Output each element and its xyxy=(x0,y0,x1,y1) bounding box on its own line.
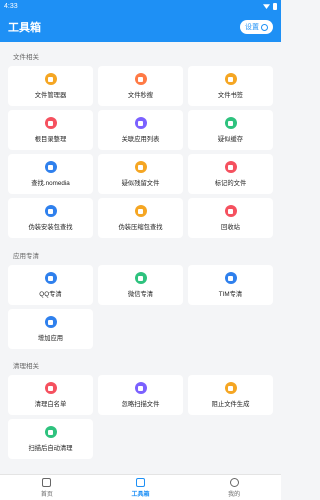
tool-label: TIM专清 xyxy=(218,291,243,298)
folder-tidy-icon xyxy=(44,117,57,129)
tool-label: 微信专清 xyxy=(127,291,154,298)
section-title: 应用专清 xyxy=(13,253,39,260)
tool-card[interactable]: 增加应用 xyxy=(8,309,93,349)
wifi-icon xyxy=(263,4,270,9)
trash-icon xyxy=(224,205,237,217)
tool-label: QQ专清 xyxy=(39,291,62,298)
auto-clean-icon xyxy=(44,426,57,438)
tool-card[interactable]: 查找.nomedia xyxy=(8,154,93,194)
status-bar: 4:33 xyxy=(0,0,281,12)
folder-icon xyxy=(44,73,57,85)
tool-card[interactable]: 疑似残留文件 xyxy=(98,154,183,194)
add-icon xyxy=(44,316,57,328)
image-search-icon xyxy=(44,161,57,173)
link-icon xyxy=(134,117,147,129)
apk-icon xyxy=(44,205,57,217)
tool-card[interactable]: 阻止文件生成 xyxy=(188,375,273,415)
tool-label: 标记的文件 xyxy=(214,180,247,187)
nav-label: 首页 xyxy=(40,491,53,498)
battery-icon xyxy=(273,2,277,10)
tool-card[interactable]: 根目录整理 xyxy=(8,110,93,150)
tool-card[interactable]: 伪装压缩包查找 xyxy=(98,198,183,238)
tool-label: 文件管理器 xyxy=(34,92,67,99)
tools-content[interactable]: 文件相关文件管理器 文件秒搜 文件书签根目录整理 关联应用列表 疑似缓存查找.nomed… xyxy=(0,42,281,474)
tool-label: 阻止文件生成 xyxy=(211,401,250,408)
nav-item[interactable]: 首页 xyxy=(0,475,94,500)
block-icon xyxy=(224,382,237,394)
tool-card[interactable]: 回收站 xyxy=(188,198,273,238)
page-title: 工具箱 xyxy=(8,22,41,34)
tool-label: 扫描后自动清理 xyxy=(28,445,73,452)
home-icon xyxy=(42,477,52,487)
tool-label: 查找.nomedia xyxy=(31,180,70,187)
settings-label: 设置 xyxy=(245,24,259,31)
tool-label: 疑似残留文件 xyxy=(121,180,160,187)
residual-file-icon xyxy=(134,161,147,173)
tool-card[interactable]: 伪装安装包查找 xyxy=(8,198,93,238)
app-bar: 工具箱 设置 xyxy=(0,12,281,42)
nav-item[interactable]: 工具箱 xyxy=(94,475,188,500)
tool-label: 关联应用列表 xyxy=(121,136,160,143)
tool-label: 根目录整理 xyxy=(34,136,67,143)
tool-label: 伪装压缩包查找 xyxy=(118,224,163,231)
nav-label: 我的 xyxy=(228,491,241,498)
section-title: 文件相关 xyxy=(13,54,39,61)
section-title: 清理相关 xyxy=(13,363,39,370)
nav-item[interactable]: 我的 xyxy=(187,475,281,500)
qq-icon xyxy=(44,272,57,284)
whitelist-icon xyxy=(44,382,57,394)
tool-card[interactable]: 文件管理器 xyxy=(8,66,93,106)
tool-card[interactable]: 关联应用列表 xyxy=(98,110,183,150)
tim-icon xyxy=(224,272,237,284)
tool-card[interactable]: QQ专清 xyxy=(8,265,93,305)
bottom-nav: 首页 工具箱 我的 xyxy=(0,474,281,500)
toolbox-icon xyxy=(136,477,145,487)
tool-label: 文件秒搜 xyxy=(127,92,154,99)
tool-card[interactable]: 微信专清 xyxy=(98,265,183,305)
wechat-icon xyxy=(134,272,147,284)
bookmark-icon xyxy=(224,73,237,85)
tool-label: 文件书签 xyxy=(217,92,244,99)
tool-label: 回收站 xyxy=(221,224,240,231)
nav-label: 工具箱 xyxy=(131,491,150,498)
tool-label: 忽略扫描文件 xyxy=(121,401,160,408)
archive-icon xyxy=(134,205,147,217)
marked-file-icon xyxy=(224,161,237,173)
tool-label: 疑似缓存 xyxy=(217,136,244,143)
cache-icon xyxy=(224,117,237,129)
status-time: 4:33 xyxy=(4,2,18,10)
tool-card[interactable]: 扫描后自动清理 xyxy=(8,419,93,459)
tool-label: 伪装安装包查找 xyxy=(28,224,73,231)
tool-card[interactable]: 文件书签 xyxy=(188,66,273,106)
gear-icon xyxy=(261,23,268,31)
ignore-icon xyxy=(134,382,147,394)
settings-button[interactable]: 设置 xyxy=(240,20,273,34)
file-search-icon xyxy=(134,73,147,85)
tool-card[interactable]: 标记的文件 xyxy=(188,154,273,194)
tool-label: 增加应用 xyxy=(37,335,64,342)
tool-card[interactable]: TIM专清 xyxy=(188,265,273,305)
tool-card[interactable]: 疑似缓存 xyxy=(188,110,273,150)
profile-icon xyxy=(229,477,239,487)
tool-card[interactable]: 忽略扫描文件 xyxy=(98,375,183,415)
tool-label: 清理白名单 xyxy=(34,401,67,408)
tool-card[interactable]: 文件秒搜 xyxy=(98,66,183,106)
tool-card[interactable]: 清理白名单 xyxy=(8,375,93,415)
